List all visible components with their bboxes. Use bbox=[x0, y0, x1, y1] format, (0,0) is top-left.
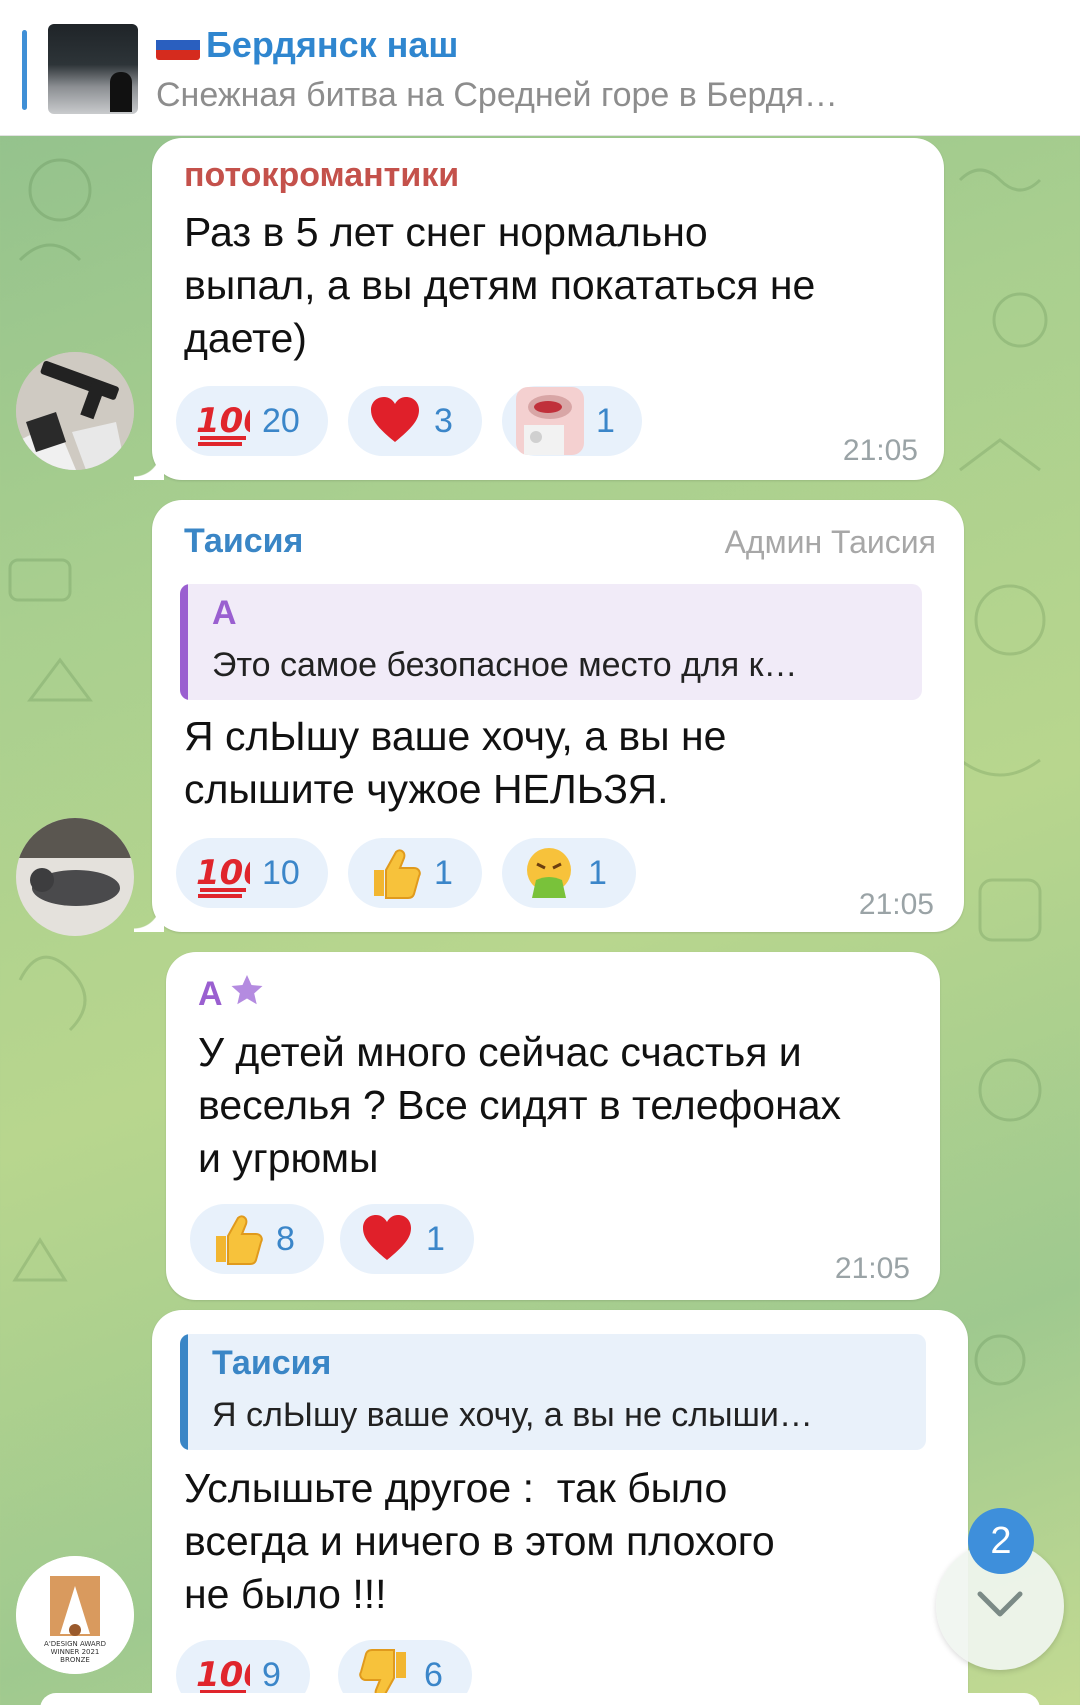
reply-quote[interactable]: Таисия Я слЫшу ваше хочу, а вы не слыши… bbox=[180, 1334, 926, 1450]
message-bubble[interactable]: А У детей много сейчас счастья и веселья… bbox=[166, 952, 940, 1300]
reply-text: Я слЫшу ваше хочу, а вы не слыши… bbox=[212, 1396, 813, 1434]
avatar[interactable]: A'DESIGN AWARD WINNER 2021 BRONZE bbox=[16, 1556, 134, 1674]
reply-sender: Таисия bbox=[212, 1344, 332, 1382]
chevron-down-icon bbox=[976, 1590, 1024, 1625]
message-line: Услышьте другое : так было bbox=[184, 1465, 728, 1511]
pinned-accent-bar bbox=[22, 30, 27, 110]
message-line: веселья ? Все сидят в телефонах bbox=[198, 1082, 842, 1128]
reaction-count: 1 bbox=[426, 1219, 445, 1258]
message-time: 21:05 bbox=[858, 888, 934, 921]
pinned-thumbnail bbox=[48, 24, 138, 114]
message-line: У детей много сейчас счастья и bbox=[198, 1029, 802, 1075]
svg-text:100: 100 bbox=[196, 853, 250, 893]
message-line: не было !!! bbox=[184, 1571, 387, 1617]
message-text[interactable]: Раз в 5 лет снег нормально выпал, а вы д… bbox=[184, 206, 815, 365]
message-line: Я слЫшу ваше хочу, а вы не bbox=[184, 713, 727, 759]
sender-name[interactable]: Таисия bbox=[184, 522, 303, 561]
avatar[interactable] bbox=[16, 818, 134, 936]
star-icon bbox=[229, 972, 265, 1017]
svg-text:100: 100 bbox=[196, 401, 250, 441]
reaction-count: 6 bbox=[424, 1655, 443, 1694]
thumbs-up-icon bbox=[368, 846, 422, 900]
reaction-count: 20 bbox=[262, 401, 300, 440]
message-bubble[interactable]: Таисия Админ Таисия А Это самое безопасн… bbox=[134, 500, 964, 932]
message-text[interactable]: Услышьте другое : так было всегда и ниче… bbox=[184, 1462, 775, 1621]
vomiting-face-icon bbox=[522, 846, 576, 900]
award-line: WINNER 2021 bbox=[50, 1648, 100, 1656]
reaction-count: 3 bbox=[434, 401, 453, 440]
pinned-message-bar[interactable]: Бердянск наш Снежная битва на Средней го… bbox=[0, 0, 1080, 136]
reaction-count: 9 bbox=[262, 1655, 281, 1694]
award-text: A'DESIGN AWARD WINNER 2021 BRONZE bbox=[16, 1640, 134, 1664]
reaction-thumbs-up[interactable]: 8 bbox=[190, 1204, 324, 1274]
reaction-hundred[interactable]: 100 20 bbox=[176, 386, 328, 456]
pinned-channel-title: Бердянск наш bbox=[156, 24, 458, 66]
sender-name[interactable]: потокромантики bbox=[184, 156, 459, 195]
input-panel-edge bbox=[40, 1693, 1040, 1705]
red-heart-icon bbox=[368, 394, 422, 448]
sender-name-text: А bbox=[198, 975, 223, 1013]
unread-count-badge: 2 bbox=[968, 1508, 1034, 1574]
reply-quote[interactable]: А Это самое безопасное место для к… bbox=[180, 584, 922, 700]
svg-text:100: 100 bbox=[196, 1655, 250, 1695]
reaction-count: 1 bbox=[434, 853, 453, 892]
sender-name[interactable]: А bbox=[198, 972, 265, 1017]
message-line: и угрюмы bbox=[198, 1135, 379, 1181]
reaction-sticker[interactable]: 1 bbox=[502, 386, 642, 456]
hundred-points-icon: 100 bbox=[196, 846, 267, 900]
red-heart-icon bbox=[360, 1212, 414, 1266]
reply-sender: А bbox=[212, 594, 237, 632]
reaction-count: 1 bbox=[588, 853, 607, 892]
message-time: 21:05 bbox=[834, 1252, 910, 1285]
award-line: A'DESIGN AWARD bbox=[44, 1640, 106, 1648]
message-line: выпал, а вы детям покататься не bbox=[184, 262, 816, 308]
reaction-vomiting[interactable]: 1 bbox=[502, 838, 636, 908]
message-time: 21:05 bbox=[842, 434, 918, 467]
message-line: слышите чужое НЕЛЬЗЯ. bbox=[184, 766, 669, 812]
thumbs-up-icon bbox=[210, 1212, 264, 1266]
reaction-heart[interactable]: 1 bbox=[340, 1204, 474, 1274]
message-line: Раз в 5 лет снег нормально bbox=[184, 209, 708, 255]
hundred-points-icon: 100 bbox=[196, 394, 267, 448]
message-line: даете) bbox=[184, 315, 307, 361]
reaction-count: 10 bbox=[262, 853, 300, 892]
reaction-heart[interactable]: 3 bbox=[348, 386, 482, 456]
avatar[interactable] bbox=[16, 352, 134, 470]
channel-title-text: Бердянск наш bbox=[206, 24, 459, 65]
reaction-hundred[interactable]: 100 10 bbox=[176, 838, 328, 908]
russia-flag-icon bbox=[156, 30, 200, 60]
message-bubble[interactable]: потокромантики Раз в 5 лет снег нормальн… bbox=[134, 138, 944, 480]
message-line: всегда и ничего в этом плохого bbox=[184, 1518, 775, 1564]
admin-title: Админ Таисия bbox=[724, 524, 936, 560]
reaction-count: 1 bbox=[596, 401, 615, 440]
reply-text: Это самое безопасное место для к… bbox=[212, 646, 798, 684]
sticker-face-icon bbox=[516, 387, 584, 455]
reaction-count: 8 bbox=[276, 1219, 295, 1258]
award-line: BRONZE bbox=[60, 1656, 90, 1664]
reply-accent-bar bbox=[180, 584, 188, 700]
message-bubble[interactable]: Таисия Я слЫшу ваше хочу, а вы не слыши…… bbox=[134, 1310, 968, 1705]
reply-accent-bar bbox=[180, 1334, 188, 1450]
message-text[interactable]: Я слЫшу ваше хочу, а вы не слышите чужое… bbox=[184, 710, 726, 816]
message-text[interactable]: У детей много сейчас счастья и веселья ?… bbox=[198, 1026, 841, 1185]
reaction-thumbs-up[interactable]: 1 bbox=[348, 838, 482, 908]
pinned-preview-text: Снежная битва на Средней горе в Бердя… bbox=[156, 76, 838, 114]
